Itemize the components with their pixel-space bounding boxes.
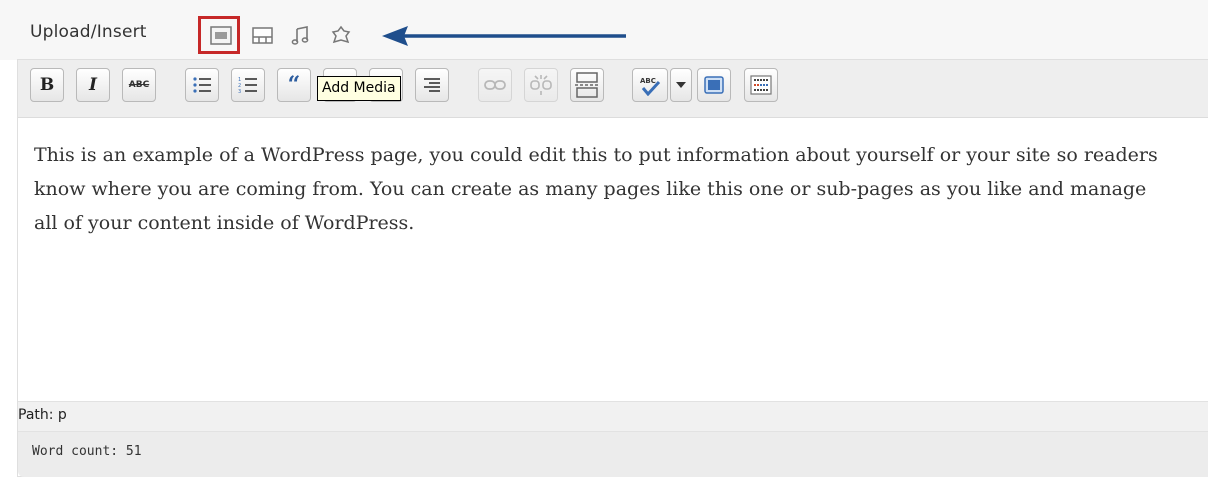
- page-editor: B I ABC 1 2 3 “ ABC Add Media This is an…: [17, 59, 1208, 477]
- editor-content[interactable]: This is an example of a WordPress page, …: [34, 138, 1174, 240]
- spellcheck-label: ABC: [640, 77, 656, 85]
- svg-text:3: 3: [238, 89, 241, 94]
- fullscreen-icon: [704, 76, 724, 94]
- video-icon[interactable]: [330, 25, 352, 47]
- fullscreen-button[interactable]: [697, 68, 731, 102]
- path-bar: Path: p: [18, 401, 1208, 432]
- numbered-list-icon: 1 2 3: [238, 77, 257, 94]
- link-icon: [484, 80, 506, 90]
- spellcheck-icon: ABC: [640, 77, 661, 96]
- pointer-arrow: [380, 24, 630, 52]
- upload-insert-label: Upload/Insert: [30, 22, 147, 42]
- insert-more-button[interactable]: [570, 68, 604, 102]
- upload-insert-bar: Upload/Insert: [0, 0, 1208, 60]
- kitchen-sink-button[interactable]: [744, 68, 778, 102]
- blockquote-button[interactable]: “: [277, 68, 311, 102]
- highlight-box: [198, 16, 240, 54]
- kitchen-sink-icon: [750, 75, 772, 95]
- word-count: Word count: 51: [32, 444, 142, 459]
- audio-icon[interactable]: [290, 25, 312, 47]
- insert-link-button[interactable]: [478, 68, 512, 102]
- strikethrough-button[interactable]: ABC: [122, 68, 156, 102]
- more-tag-icon: [575, 72, 599, 98]
- word-count-bar: Word count: 51: [18, 432, 1208, 477]
- chevron-down-icon: [676, 82, 686, 88]
- spellcheck-button[interactable]: ABC: [632, 68, 668, 102]
- align-right-icon: [424, 78, 440, 92]
- path-label: Path: p: [18, 407, 67, 423]
- unlink-icon: [530, 75, 552, 95]
- spellcheck-dropdown-button[interactable]: [670, 68, 692, 102]
- remove-link-button[interactable]: [524, 68, 558, 102]
- add-media-tooltip: Add Media: [317, 76, 401, 101]
- formatting-toolbar: B I ABC 1 2 3 “ ABC Add Media: [18, 60, 1208, 118]
- image-icon[interactable]: [252, 26, 274, 48]
- italic-button[interactable]: I: [76, 68, 110, 102]
- align-right-button[interactable]: [415, 68, 449, 102]
- bullet-list-button[interactable]: [185, 68, 219, 102]
- bullet-list-icon: [193, 77, 211, 93]
- numbered-list-button[interactable]: 1 2 3: [231, 68, 265, 102]
- bold-button[interactable]: B: [30, 68, 64, 102]
